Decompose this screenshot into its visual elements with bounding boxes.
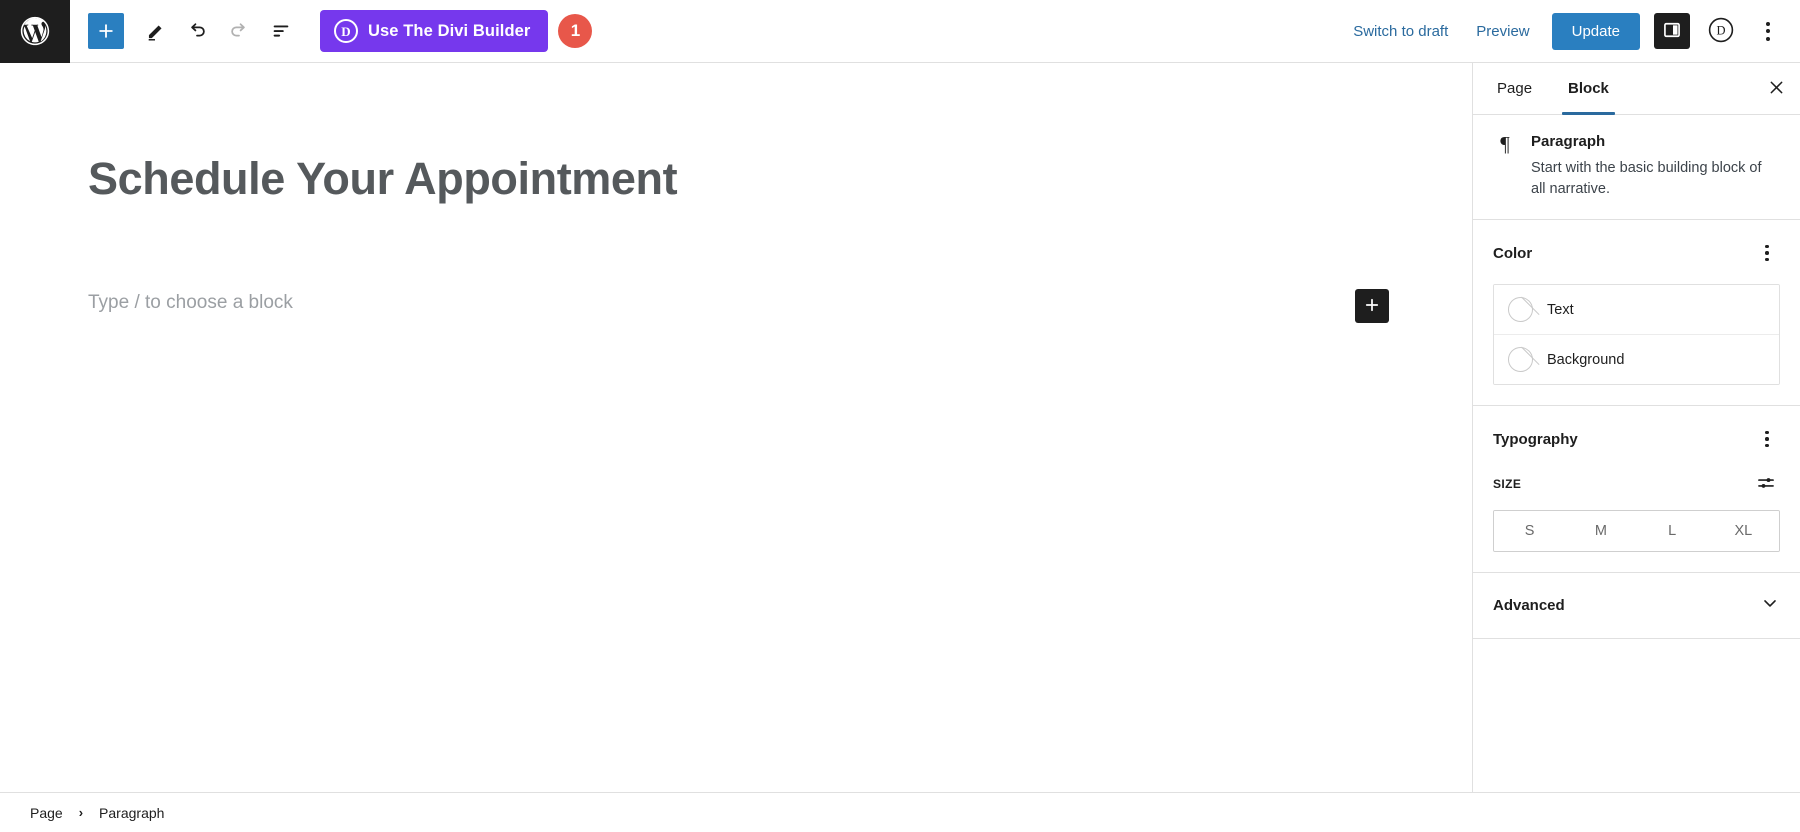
- color-row-background[interactable]: Background: [1494, 334, 1779, 385]
- list-view-icon: [270, 20, 292, 42]
- undo-button[interactable]: [176, 10, 218, 52]
- undo-icon: [186, 20, 208, 42]
- color-row-label: Text: [1547, 301, 1574, 318]
- paragraph-block-placeholder[interactable]: Type / to choose a block: [88, 289, 293, 318]
- wordpress-logo-icon: [18, 14, 52, 48]
- more-options-button[interactable]: [1752, 12, 1784, 50]
- block-card-title: Paragraph: [1531, 133, 1606, 150]
- breadcrumb-separator-icon: ›: [78, 805, 84, 820]
- sidebar-panel-icon: [1662, 20, 1682, 43]
- plus-icon: [1363, 296, 1381, 317]
- chevron-down-icon: [1760, 593, 1780, 618]
- kebab-dot: [1766, 21, 1770, 26]
- notification-badge[interactable]: 1: [558, 14, 593, 48]
- block-card-description: Start with the basic building block of a…: [1531, 160, 1762, 197]
- color-options-list: Text Background: [1493, 284, 1780, 386]
- tab-page[interactable]: Page: [1479, 63, 1550, 114]
- close-sidebar-button[interactable]: [1752, 63, 1800, 114]
- divi-toggle-icon-button[interactable]: D: [1702, 12, 1740, 50]
- divi-button-label: Use The Divi Builder: [368, 21, 531, 40]
- switch-to-draft-button[interactable]: Switch to draft: [1339, 15, 1462, 48]
- update-button[interactable]: Update: [1551, 12, 1640, 50]
- sidebar-tab-list: Page Block: [1473, 63, 1800, 115]
- color-options-button[interactable]: [1754, 238, 1780, 268]
- preview-button[interactable]: Preview: [1462, 15, 1543, 48]
- pencil-icon: [145, 21, 166, 42]
- font-size-control-header: SIZE: [1493, 470, 1780, 498]
- header-right-actions: Switch to draft Preview Update D: [1339, 12, 1800, 50]
- color-row-text[interactable]: Text: [1494, 285, 1779, 335]
- typography-section: Typography SIZE S M L XL: [1473, 406, 1800, 574]
- font-size-label: SIZE: [1493, 477, 1522, 492]
- svg-text:D: D: [1716, 23, 1725, 37]
- breadcrumb-page[interactable]: Page: [24, 801, 69, 825]
- no-color-swatch-icon: [1508, 347, 1533, 373]
- advanced-section-toggle[interactable]: Advanced: [1473, 573, 1800, 640]
- settings-panel-toggle-button[interactable]: [1654, 13, 1690, 49]
- font-size-options: S M L XL: [1493, 510, 1780, 553]
- typography-section-title: Typography: [1493, 430, 1578, 448]
- plus-icon: [96, 21, 116, 41]
- editor-body: Schedule Your Appointment Type / to choo…: [0, 63, 1800, 792]
- no-color-swatch-icon: [1508, 297, 1533, 323]
- font-size-option-m[interactable]: M: [1565, 511, 1637, 552]
- color-section-header: Color: [1493, 238, 1780, 268]
- editor-canvas[interactable]: Schedule Your Appointment Type / to choo…: [0, 63, 1472, 792]
- color-section-title: Color: [1493, 244, 1533, 262]
- kebab-dot: [1765, 257, 1769, 262]
- block-card: ¶ Paragraph Start with the basic buildin…: [1493, 117, 1780, 215]
- wordpress-block-editor: D Use The Divi Builder 1 Switch to draft…: [0, 0, 1800, 832]
- kebab-dot: [1765, 437, 1769, 441]
- paragraph-icon: ¶: [1500, 132, 1510, 156]
- kebab-dot: [1765, 443, 1769, 448]
- settings-sidebar: Page Block ¶ Paragraph Start with the ba…: [1472, 63, 1800, 792]
- font-size-option-xl[interactable]: XL: [1707, 511, 1779, 552]
- color-section: Color Text Background: [1473, 220, 1800, 407]
- kebab-dot: [1766, 36, 1770, 41]
- font-size-option-l[interactable]: L: [1636, 511, 1708, 552]
- block-card-body: Paragraph Start with the basic building …: [1531, 133, 1780, 199]
- color-row-label: Background: [1547, 351, 1625, 368]
- list-view-button[interactable]: [260, 10, 302, 52]
- post-title[interactable]: Schedule Your Appointment: [88, 153, 678, 205]
- divi-circle-icon: D: [1708, 17, 1734, 46]
- kebab-dot: [1766, 29, 1770, 33]
- font-size-option-s[interactable]: S: [1494, 511, 1566, 552]
- kebab-dot: [1765, 244, 1769, 249]
- typography-options-button[interactable]: [1754, 424, 1780, 454]
- advanced-section-title: Advanced: [1493, 597, 1565, 615]
- use-divi-builder-button[interactable]: D Use The Divi Builder: [320, 10, 549, 52]
- close-icon: [1767, 78, 1786, 100]
- tab-block[interactable]: Block: [1550, 63, 1627, 115]
- divi-logo-icon: D: [334, 19, 358, 43]
- breadcrumb-paragraph[interactable]: Paragraph: [93, 801, 170, 825]
- redo-button[interactable]: [218, 10, 260, 52]
- kebab-dot: [1765, 430, 1769, 435]
- block-info-section: ¶ Paragraph Start with the basic buildin…: [1473, 115, 1800, 221]
- typography-section-header: Typography: [1493, 424, 1780, 454]
- block-breadcrumb-bar: Page › Paragraph: [0, 792, 1800, 832]
- header-left-tools: [70, 10, 302, 52]
- block-appender-button[interactable]: [1355, 289, 1389, 323]
- sliders-icon: [1756, 473, 1776, 496]
- kebab-dot: [1765, 251, 1769, 255]
- wordpress-logo-button[interactable]: [0, 0, 70, 63]
- edit-tool-button[interactable]: [134, 10, 176, 52]
- editor-header-toolbar: D Use The Divi Builder 1 Switch to draft…: [0, 0, 1800, 63]
- add-block-button[interactable]: [88, 13, 124, 49]
- custom-size-toggle-button[interactable]: [1752, 470, 1780, 498]
- redo-icon: [228, 20, 250, 42]
